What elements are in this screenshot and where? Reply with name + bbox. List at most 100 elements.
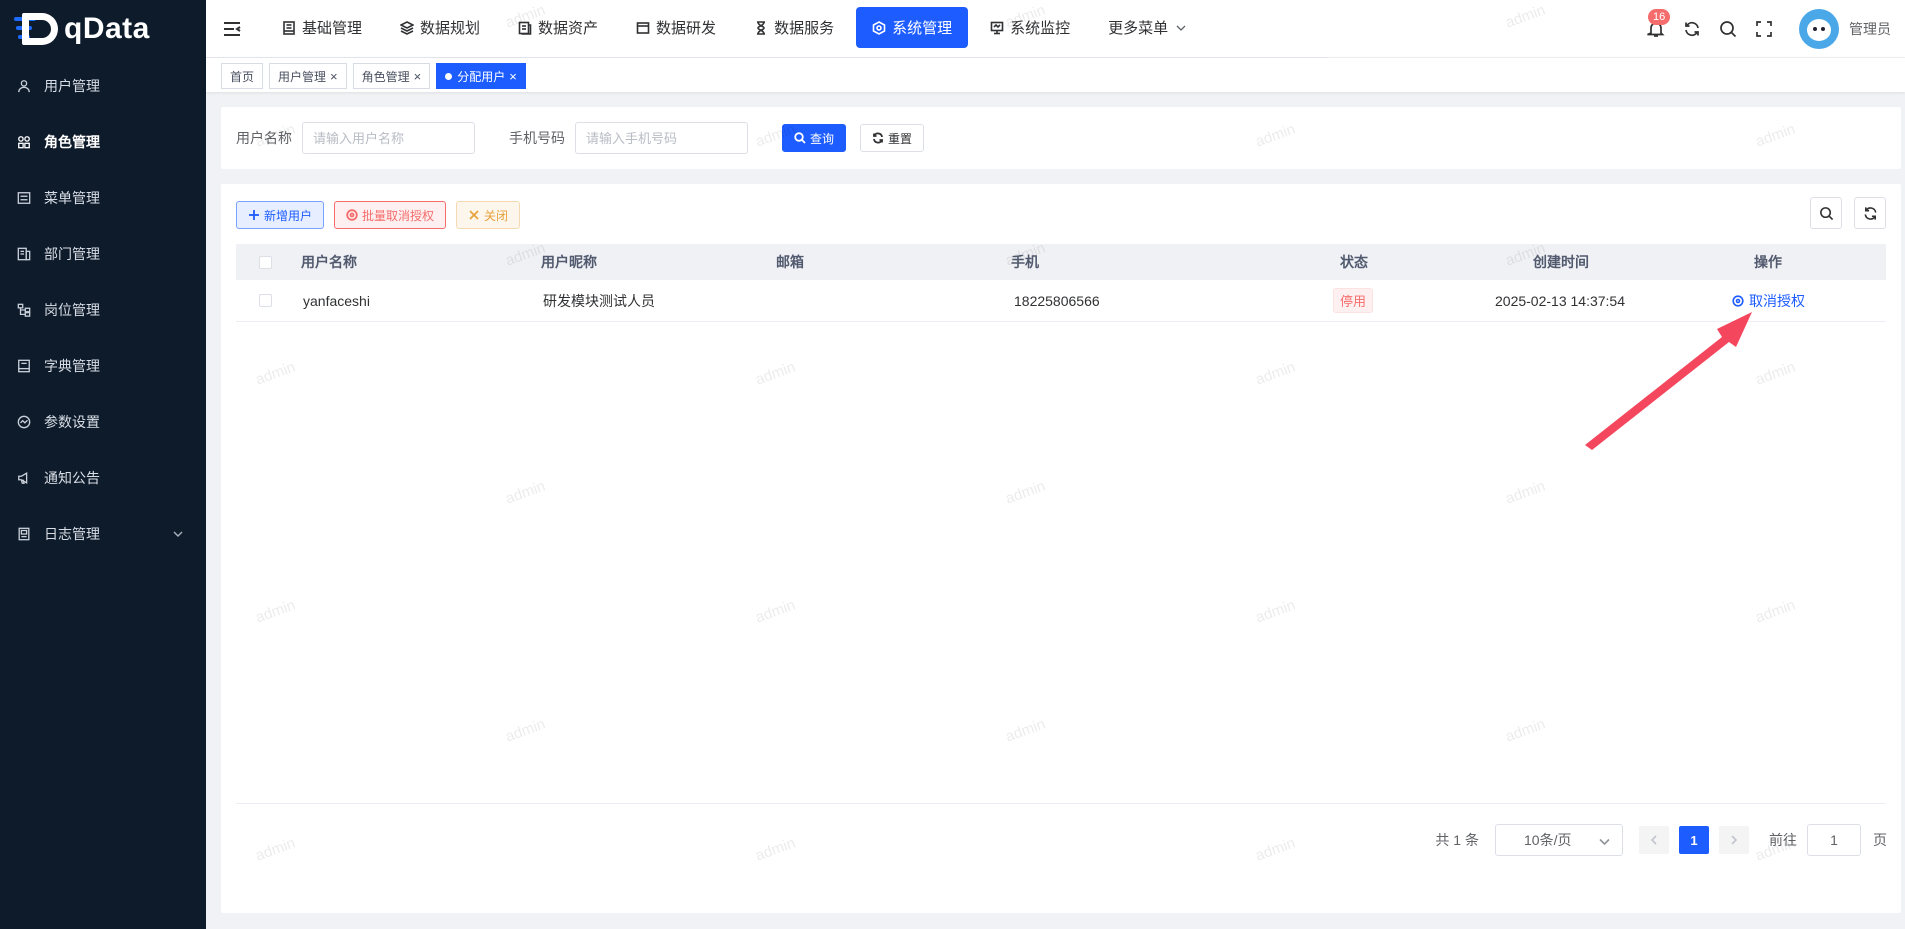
phone-input[interactable] — [575, 122, 748, 154]
column-header-username: 用户名称 — [301, 254, 357, 270]
department-icon — [16, 246, 32, 262]
tag-user-management[interactable]: 用户管理 × — [269, 63, 347, 89]
page-number-1[interactable]: 1 — [1679, 826, 1709, 854]
column-header-phone: 手机 — [1011, 254, 1039, 270]
username-label: 用户名称 — [236, 130, 292, 146]
jump-page-input[interactable] — [1807, 824, 1861, 856]
sidebar-item-label: 日志管理 — [44, 526, 100, 542]
close-button[interactable]: 关闭 — [456, 201, 521, 229]
sidebar-item-post-management[interactable]: 岗位管理 — [0, 282, 206, 338]
top-navigation: 基础管理 数据规划 数据资产 数据研发 数据服务 系统管理 系统监控 更多菜单 — [266, 7, 1214, 48]
hourglass-icon — [757, 20, 766, 35]
megaphone-icon — [16, 470, 32, 486]
sidebar-item-user-management[interactable]: 用户管理 — [0, 58, 206, 114]
topnav-item-system-monitor[interactable]: 系统监控 — [974, 7, 1086, 48]
sidebar-item-label: 岗位管理 — [44, 302, 100, 318]
close-icon — [469, 210, 479, 220]
cell-phone: 18225806566 — [1014, 292, 1100, 309]
refresh-table-button[interactable] — [1854, 197, 1886, 229]
notification-bell-button[interactable]: 16 — [1645, 9, 1671, 40]
settings-icon — [16, 414, 32, 430]
username[interactable]: 管理员 — [1849, 19, 1891, 39]
sidebar-item-department-management[interactable]: 部门管理 — [0, 226, 206, 282]
sidebar-item-label: 用户管理 — [44, 78, 100, 94]
close-icon[interactable]: × — [330, 69, 338, 84]
circle-close-icon — [1732, 294, 1744, 307]
logo[interactable]: qData — [0, 0, 206, 58]
column-header-status: 状态 — [1340, 254, 1368, 270]
revoke-authorization-link[interactable]: 取消授权 — [1732, 291, 1805, 311]
tag-role-management[interactable]: 角色管理 × — [352, 63, 431, 89]
header-actions: 16 管理员 — [1645, 0, 1905, 58]
chevron-down-icon — [1176, 25, 1186, 31]
topnav-item-data-assets[interactable]: 数据资产 — [502, 7, 614, 48]
tag-assign-users[interactable]: 分配用户 × — [436, 63, 526, 89]
sidebar-item-log-management[interactable]: 日志管理 — [0, 506, 206, 562]
batch-revoke-button[interactable]: 批量取消授权 — [334, 201, 447, 229]
monitor-icon — [990, 21, 1004, 34]
sidebar-item-label: 字典管理 — [44, 358, 100, 374]
select-all-checkbox[interactable] — [259, 255, 272, 269]
table-toolbar: 新增用户 批量取消授权 关闭 — [236, 201, 530, 229]
topnav-item-data-services[interactable]: 数据服务 — [738, 7, 850, 48]
topnav-item-base-management[interactable]: 基础管理 — [266, 7, 378, 48]
search-icon — [794, 132, 806, 144]
system-icon — [872, 20, 886, 35]
sidebar-item-notice[interactable]: 通知公告 — [0, 450, 206, 506]
tag-home[interactable]: 首页 — [221, 63, 264, 89]
sidebar: qData 用户管理 角色管理 菜单管理 部门管理 岗位管理 字典管理 参数设置… — [0, 0, 206, 929]
fullscreen-button[interactable] — [1753, 18, 1775, 40]
sidebar-item-label: 参数设置 — [44, 414, 100, 430]
username-input[interactable] — [302, 122, 475, 154]
user-table: 用户名称 用户昵称 邮箱 手机 状态 创建时间 操作 yanfaceshi 研发… — [236, 244, 1886, 322]
base-icon — [283, 20, 295, 35]
phone-field: 手机号码 — [509, 122, 748, 154]
phone-label: 手机号码 — [509, 130, 565, 146]
close-icon[interactable]: × — [414, 69, 422, 84]
chevron-left-icon — [1650, 835, 1657, 845]
row-checkbox[interactable] — [259, 294, 272, 307]
toggle-search-button[interactable] — [1810, 197, 1842, 229]
topnav-item-more-menu[interactable]: 更多菜单 — [1092, 7, 1208, 48]
log-icon — [16, 526, 32, 542]
sidebar-toggle-icon[interactable] — [222, 20, 242, 38]
notification-badge: 16 — [1648, 9, 1671, 25]
table-header: 用户名称 用户昵称 邮箱 手机 状态 创建时间 操作 — [236, 244, 1886, 280]
column-header-nickname: 用户昵称 — [541, 254, 597, 270]
asset-icon — [518, 21, 532, 35]
prev-page-button[interactable] — [1639, 826, 1669, 854]
active-dot-icon — [445, 72, 453, 80]
role-icon — [16, 134, 32, 150]
next-page-button[interactable] — [1719, 826, 1749, 854]
logo-text: qData — [64, 12, 150, 45]
reset-button[interactable]: 重置 — [860, 124, 925, 152]
table-row: yanfaceshi 研发模块测试人员 18225806566 停用 2025-… — [236, 280, 1886, 322]
table-card: 新增用户 批量取消授权 关闭 用户名称 用户昵称 邮箱 手机 状态 创建时间 操… — [221, 184, 1901, 913]
page-size-select[interactable]: 10条/页 — [1495, 824, 1623, 856]
topnav-item-data-planning[interactable]: 数据规划 — [384, 7, 496, 48]
avatar[interactable] — [1799, 9, 1839, 49]
cell-username: yanfaceshi — [303, 292, 370, 309]
jump-label: 前往 — [1769, 832, 1797, 848]
dictionary-icon — [16, 358, 32, 374]
topnav-item-data-development[interactable]: 数据研发 — [620, 7, 732, 48]
search-button[interactable] — [1717, 18, 1739, 40]
query-button[interactable]: 查询 — [782, 124, 847, 152]
sidebar-item-dictionary-management[interactable]: 字典管理 — [0, 338, 206, 394]
fullscreen-icon — [1756, 21, 1772, 37]
add-user-button[interactable]: 新增用户 — [236, 201, 325, 229]
table-tools — [1798, 197, 1886, 229]
pagination: 共 1 条 10条/页 1 前往 页 — [1435, 824, 1887, 856]
refresh-button[interactable] — [1681, 18, 1703, 40]
close-icon[interactable]: × — [509, 69, 517, 84]
sidebar-item-parameter-settings[interactable]: 参数设置 — [0, 394, 206, 450]
sidebar-item-menu-management[interactable]: 菜单管理 — [0, 170, 206, 226]
search-icon — [1819, 206, 1833, 220]
sidebar-item-role-management[interactable]: 角色管理 — [0, 114, 206, 170]
chevron-right-icon — [1731, 835, 1738, 845]
username-field: 用户名称 — [236, 122, 475, 154]
topnav-item-system-management[interactable]: 系统管理 — [856, 7, 969, 48]
post-icon — [16, 302, 32, 318]
sidebar-item-label: 角色管理 — [44, 134, 100, 150]
sidebar-item-label: 通知公告 — [44, 470, 100, 486]
